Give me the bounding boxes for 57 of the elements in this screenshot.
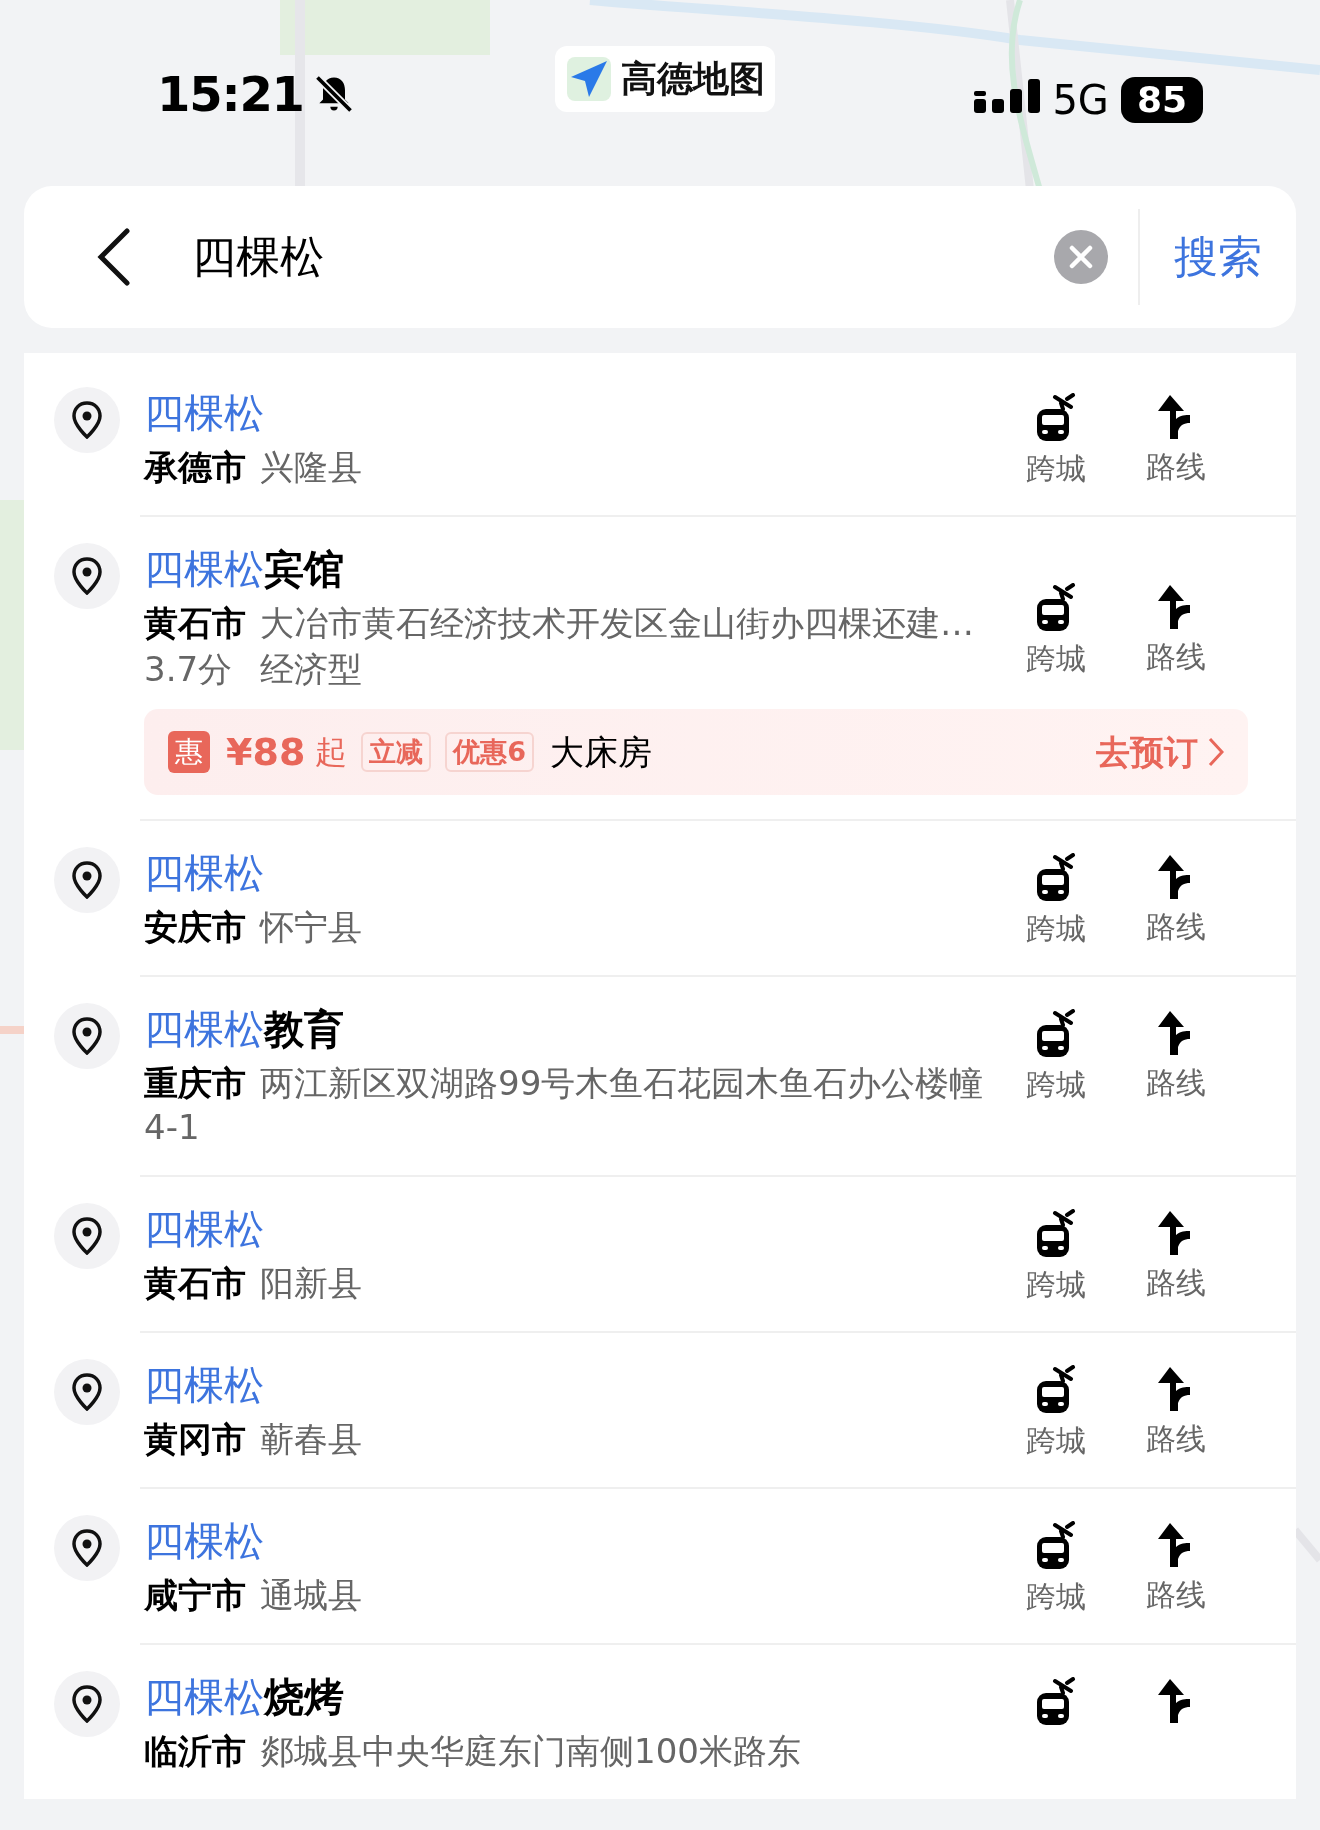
paper-plane-icon	[565, 55, 614, 103]
hotel-meta: 经济型	[260, 648, 363, 691]
deal-tag: 立减	[361, 732, 432, 772]
result-title[interactable]: 四棵松教育	[144, 1003, 1006, 1055]
result-address: 黄石市 大冶市黄石经济技术开发区金山街办四棵还建…	[144, 602, 975, 645]
location-pin-icon	[72, 1373, 102, 1411]
location-pin-icon	[72, 1685, 102, 1723]
result-address: 黄冈市 蕲春县	[144, 1418, 363, 1461]
intercity-button[interactable]: 跨城	[1026, 583, 1086, 679]
result-address: 重庆市 两江新区双湖路99号木鱼石花园木鱼石办公楼幢4-1	[144, 1062, 985, 1149]
location-pin-icon	[72, 1529, 102, 1567]
result-title[interactable]: 四棵松宾馆	[144, 543, 1006, 595]
price-suffix: 起	[315, 732, 348, 773]
result-title[interactable]: 四棵松	[144, 1203, 1006, 1255]
route-button[interactable]: 路线	[1146, 583, 1206, 679]
result-title[interactable]: 四棵松	[144, 1515, 1006, 1567]
close-icon	[1069, 245, 1093, 269]
intercity-button[interactable]: 跨城	[1026, 1209, 1086, 1305]
route-button[interactable]: 路线	[1146, 1521, 1206, 1617]
result-address: 安庆市 怀宁县	[144, 906, 363, 949]
result-address: 承德市 兴隆县	[144, 446, 363, 489]
result-title[interactable]: 四棵松	[144, 847, 1006, 899]
route-button[interactable]: 路线	[1146, 1009, 1206, 1105]
book-link[interactable]: 去预订	[1096, 726, 1224, 778]
route-button[interactable]: 路线	[1146, 1365, 1206, 1461]
hotel-meta: 3.7分	[144, 648, 233, 691]
search-field[interactable]: 四棵松	[192, 224, 1054, 290]
location-pin-icon	[72, 1217, 102, 1255]
location-pin-icon	[72, 1017, 102, 1055]
intercity-button[interactable]: 跨城	[1026, 1365, 1086, 1461]
app-name: 高德地图	[621, 57, 766, 101]
status-time: 15:21	[157, 70, 304, 118]
result-title[interactable]: 四棵松	[144, 1359, 1006, 1411]
result-title[interactable]: 四棵松烧烤	[144, 1671, 1006, 1723]
route-button[interactable]: 路线	[1146, 853, 1206, 949]
result-address: 黄石市 阳新县	[144, 1262, 363, 1305]
location-pin-icon	[72, 401, 102, 439]
intercity-button[interactable]: 跨城	[1026, 393, 1086, 489]
result-address: 咸宁市 通城县	[144, 1574, 363, 1617]
deal-badge: 惠	[168, 731, 210, 773]
network-label: 5G	[1052, 76, 1109, 125]
location-pin-icon	[72, 861, 102, 899]
route-button[interactable]: 路线	[1146, 1209, 1206, 1305]
chevron-right-icon	[1208, 737, 1224, 767]
deal-tag: 优惠6	[445, 732, 535, 772]
deal-price: ¥88	[226, 728, 306, 776]
result-address: 临沂市 郯城县中央华庭东门南侧100米路东	[144, 1730, 802, 1773]
location-pin-icon	[72, 557, 102, 595]
route-button[interactable]: 路线	[1146, 393, 1206, 489]
intercity-button[interactable]: 跨城	[1026, 1009, 1086, 1105]
intercity-button[interactable]: 跨城	[1026, 853, 1086, 949]
room-type: 大床房	[550, 730, 653, 774]
intercity-button[interactable]: 跨城	[1026, 1521, 1086, 1617]
search-button[interactable]: 搜索	[1140, 224, 1296, 290]
result-title[interactable]: 四棵松	[144, 387, 1006, 439]
battery-icon: 85	[1120, 77, 1203, 123]
back-icon	[97, 228, 131, 286]
